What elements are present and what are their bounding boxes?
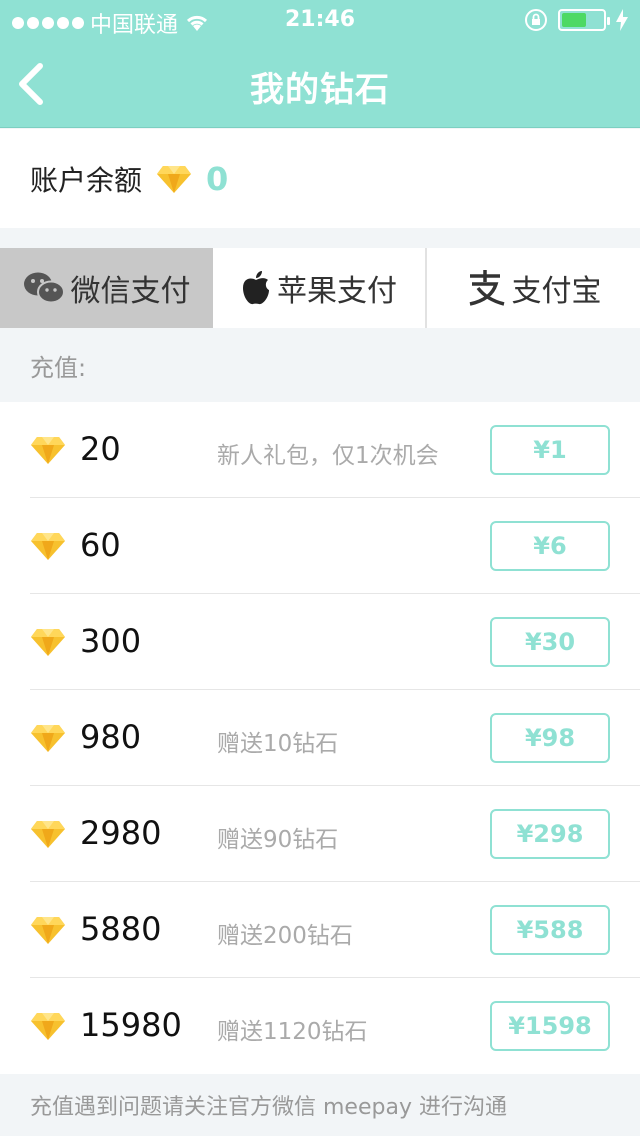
package-row: 300 ¥30 (0, 594, 640, 690)
bonus-note: 赠送10钻石 (217, 731, 339, 757)
price-button[interactable]: ¥6 (490, 521, 610, 571)
diamond-amount: 60 (80, 526, 121, 564)
tab-label: 苹果支付 (277, 274, 397, 309)
diamond-icon (31, 437, 65, 464)
diamond-amount: 300 (80, 622, 142, 660)
diamond-icon (31, 1013, 65, 1040)
diamond-amount: 5880 (80, 910, 162, 948)
price-button[interactable]: ¥98 (490, 713, 610, 763)
top-bar: 中国联通 21:46 我的钻石 (0, 0, 640, 128)
diamond-icon (157, 165, 192, 193)
recharge-label: 充值: (0, 328, 640, 402)
rotation-lock-icon (525, 9, 547, 31)
diamond-icon (31, 917, 65, 944)
package-row: 2980 赠送90钻石 ¥298 (0, 786, 640, 882)
balance-value: 0 (206, 159, 229, 198)
package-row: 5880 赠送200钻石 ¥588 (0, 882, 640, 978)
battery-icon (558, 9, 610, 31)
price-button[interactable]: ¥1 (490, 425, 610, 475)
tab-label: 支付宝 (511, 274, 602, 309)
package-list: 20 新人礼包，仅1次机会 ¥1 60 ¥6 300 ¥30 980 赠送10钻… (0, 402, 640, 1074)
bonus-note: 新人礼包，仅1次机会 (217, 443, 439, 469)
tab-apple-pay[interactable]: 苹果支付 (213, 248, 427, 328)
price-button[interactable]: ¥298 (490, 809, 610, 859)
package-row: 15980 赠送1120钻石 ¥1598 (0, 978, 640, 1074)
diamond-icon (31, 533, 65, 560)
page-title: 我的钻石 (250, 70, 390, 110)
charging-icon (616, 9, 628, 31)
price-button[interactable]: ¥30 (490, 617, 610, 667)
price-button[interactable]: ¥588 (490, 905, 610, 955)
diamond-amount: 15980 (80, 1006, 182, 1044)
nav-bar: 我的钻石 (0, 40, 640, 128)
bonus-note: 赠送90钻石 (217, 827, 339, 853)
diamond-amount: 2980 (80, 814, 162, 852)
diamond-amount: 20 (80, 430, 121, 468)
wechat-icon (23, 272, 65, 304)
balance-row: 账户余额 0 (0, 129, 640, 228)
payment-tabs: 微信支付 苹果支付 支付宝 (0, 248, 640, 328)
diamond-amount: 980 (80, 718, 142, 756)
status-bar: 中国联通 21:46 (0, 0, 640, 40)
diamond-icon (31, 821, 65, 848)
package-row: 980 赠送10钻石 ¥98 (0, 690, 640, 786)
tab-wechat-pay[interactable]: 微信支付 (0, 248, 213, 328)
apple-icon (243, 271, 269, 305)
alipay-icon (469, 270, 504, 306)
status-right (524, 8, 628, 32)
balance-label: 账户余额 (30, 163, 143, 197)
bonus-note: 赠送1120钻石 (217, 1019, 368, 1045)
help-footer: 充值遇到问题请关注官方微信 meepay 进行沟通 (0, 1074, 640, 1136)
price-button[interactable]: ¥1598 (490, 1001, 610, 1051)
diamond-icon (31, 629, 65, 656)
package-row: 60 ¥6 (0, 498, 640, 594)
tab-alipay[interactable]: 支付宝 (427, 248, 640, 328)
package-row: 20 新人礼包，仅1次机会 ¥1 (0, 402, 640, 498)
bonus-note: 赠送200钻石 (217, 923, 353, 949)
diamond-icon (31, 725, 65, 752)
tab-label: 微信支付 (70, 274, 191, 309)
